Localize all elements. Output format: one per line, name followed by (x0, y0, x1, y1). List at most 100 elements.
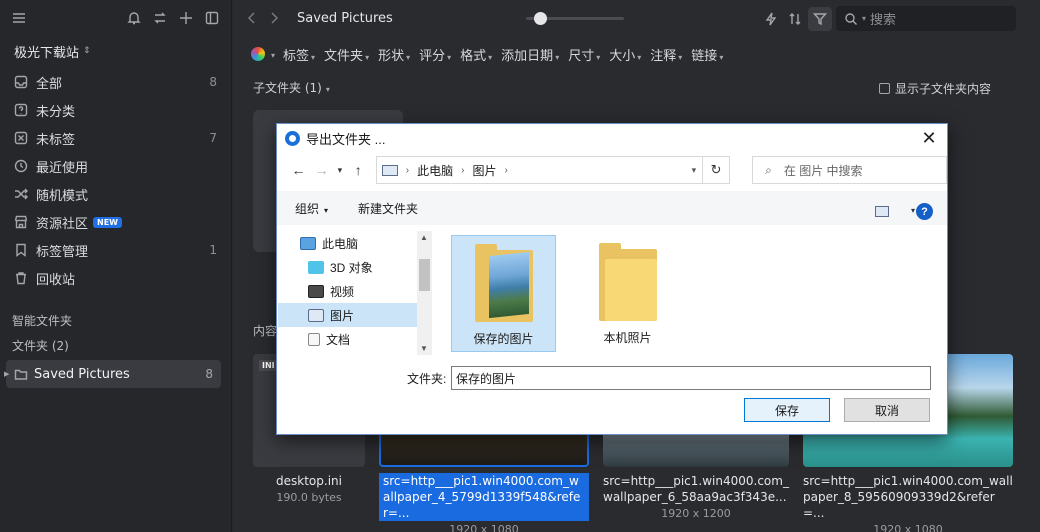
sidebar-item-label: 最近使用 (36, 160, 89, 176)
plus-icon[interactable] (177, 9, 195, 27)
sidebar-item-random[interactable]: 随机模式 (0, 180, 231, 208)
tree-item-pictures[interactable]: 图片 (278, 303, 431, 327)
breadcrumb-pictures[interactable]: 图片 (472, 162, 496, 179)
tree-item-videos[interactable]: 视频 (278, 279, 431, 303)
file-type-badge: INI (259, 360, 278, 371)
filter-label: 链接 (691, 48, 718, 64)
back-arrow-icon[interactable]: ← (287, 162, 310, 178)
up-arrow-icon[interactable]: ↑ (347, 162, 370, 178)
new-folder-button[interactable]: 新建文件夹 (358, 200, 418, 217)
picture-icon (308, 308, 324, 322)
subfolders-toggle[interactable]: 子文件夹 (1) ▾ (253, 79, 330, 96)
scroll-up-icon[interactable]: ▲ (420, 233, 428, 242)
picture-icon (381, 164, 398, 176)
cancel-button[interactable]: 取消 (844, 398, 930, 422)
dialog-title: 导出文件夹 ... (306, 131, 386, 147)
address-bar[interactable]: › 此电脑 › 图片 › ▾ (375, 156, 704, 184)
thumbnail-name: src=http___pic1.win4000.com_wallpaper_6_… (603, 474, 789, 504)
thumbnail-name: desktop.ini (276, 474, 342, 488)
filter-date-added[interactable]: 添加日期 ▾ (501, 45, 559, 64)
sidebar-item-uncategorized[interactable]: 未分类 (0, 96, 231, 124)
tree-item-this-pc[interactable]: 此电脑 (278, 231, 431, 255)
filter-dimensions[interactable]: 尺寸 ▾ (568, 45, 600, 64)
export-folder-dialog: 导出文件夹 ... ✕ ← → ▾ ↑ › 此电脑 › 图片 › ▾ ↻ ⌕ 在… (276, 123, 948, 435)
new-badge: NEW (93, 216, 122, 228)
forward-arrow-icon[interactable]: → (310, 162, 333, 178)
tree-item-documents[interactable]: 文档 (278, 327, 431, 351)
close-icon[interactable]: ✕ (919, 128, 939, 149)
recent-locations-icon[interactable]: ▾ (333, 165, 346, 176)
chevron-right-icon[interactable]: › (461, 165, 464, 176)
refresh-button[interactable]: ↻ (703, 156, 731, 184)
expand-arrow-icon[interactable]: ▶ (4, 370, 9, 378)
folder-with-pictures-icon (474, 244, 533, 324)
color-filter-icon[interactable] (251, 47, 265, 61)
filter-button[interactable] (808, 6, 832, 31)
organize-label: 组织 (295, 201, 320, 216)
filter-notes[interactable]: 注释 ▾ (650, 45, 682, 64)
sort-icon[interactable] (786, 10, 804, 28)
sidebar-item-community[interactable]: 资源社区 NEW (0, 208, 231, 236)
sidebar-item-tag-manager[interactable]: 标签管理 1 (0, 236, 231, 264)
back-icon[interactable] (243, 9, 261, 27)
folder-icon (12, 365, 30, 383)
folders-heading[interactable]: 文件夹 (2) (0, 333, 231, 358)
tree-item-label: 3D 对象 (330, 260, 373, 275)
sidebar-folder-saved-pictures[interactable]: ▶ Saved Pictures 8 (4, 360, 221, 388)
scroll-down-icon[interactable]: ▼ (420, 344, 428, 353)
sync-icon[interactable] (151, 9, 169, 27)
save-button[interactable]: 保存 (744, 398, 830, 422)
sidebar-item-count: 1 (209, 243, 217, 257)
filter-caret[interactable]: ▾ (269, 47, 275, 62)
view-options-icon[interactable] (875, 206, 889, 217)
organize-button[interactable]: 组织 ▾ (295, 200, 328, 217)
lightning-icon[interactable] (762, 10, 780, 28)
filter-tags[interactable]: 标签 ▾ (283, 45, 315, 64)
filter-size[interactable]: 大小 ▾ (609, 45, 641, 64)
chevron-right-icon[interactable]: › (504, 165, 507, 176)
chevron-down-icon[interactable]: ▾ (911, 206, 915, 215)
chevron-updown-icon: ⇕ (83, 46, 91, 56)
filter-links[interactable]: 链接 ▾ (691, 45, 723, 64)
sidebar-item-trash[interactable]: 回收站 (0, 264, 231, 292)
bell-icon[interactable] (125, 9, 143, 27)
help-icon[interactable]: ? (916, 203, 933, 220)
folder-label: Saved Pictures (34, 366, 130, 382)
sidebar-item-all[interactable]: 全部 8 (0, 68, 231, 96)
filter-label: 评分 (419, 48, 446, 64)
dialog-search-input[interactable]: ⌕ 在 图片 中搜索 (752, 156, 948, 184)
filter-shape[interactable]: 形状 ▾ (378, 45, 410, 64)
menu-icon[interactable] (10, 9, 28, 27)
folder-name-input[interactable]: 保存的图片 (451, 366, 931, 390)
zoom-slider[interactable] (526, 12, 624, 25)
search-input[interactable]: ▾ 搜索 (836, 6, 1016, 31)
zoom-slider-thumb[interactable] (534, 12, 547, 25)
filter-label: 大小 (609, 48, 636, 64)
chevron-right-icon[interactable]: › (406, 165, 409, 176)
thumbnail-meta: 1920 x 1080 (873, 523, 943, 532)
file-item-saved-pictures[interactable]: 保存的图片 (451, 235, 556, 352)
tree-item-3d-objects[interactable]: 3D 对象 (278, 255, 431, 279)
panel-toggle-icon[interactable] (203, 9, 221, 27)
dialog-search-placeholder: 在 图片 中搜索 (783, 163, 863, 178)
trash-icon (12, 269, 30, 287)
scrollbar-thumb[interactable] (419, 259, 430, 291)
filter-folders[interactable]: 文件夹 ▾ (324, 45, 369, 64)
filter-label: 尺寸 (568, 48, 595, 64)
checkbox-box[interactable] (879, 83, 890, 94)
smart-folders-heading[interactable]: 智能文件夹 (0, 308, 231, 333)
breadcrumb-this-pc[interactable]: 此电脑 (417, 162, 453, 179)
chevron-down-icon[interactable]: ▾ (692, 165, 697, 176)
file-item-camera-roll[interactable]: 本机照片 (575, 235, 680, 352)
library-switcher[interactable]: 极光下载站 ⇕ (0, 36, 231, 66)
show-subfolder-content-checkbox[interactable]: 显示子文件夹内容 (879, 80, 991, 97)
sidebar-item-recent[interactable]: 最近使用 (0, 152, 231, 180)
filter-format[interactable]: 格式 ▾ (460, 45, 492, 64)
thumbnail-meta: 1920 x 1200 (661, 507, 731, 520)
sidebar-item-untagged[interactable]: 未标签 7 (0, 124, 231, 152)
filter-rating[interactable]: 评分 ▾ (419, 45, 451, 64)
forward-icon[interactable] (265, 9, 283, 27)
dialog-titlebar: 导出文件夹 ... (277, 124, 947, 152)
filter-label: 添加日期 (501, 48, 554, 64)
tree-scrollbar[interactable]: ▲ ▼ (417, 231, 432, 355)
